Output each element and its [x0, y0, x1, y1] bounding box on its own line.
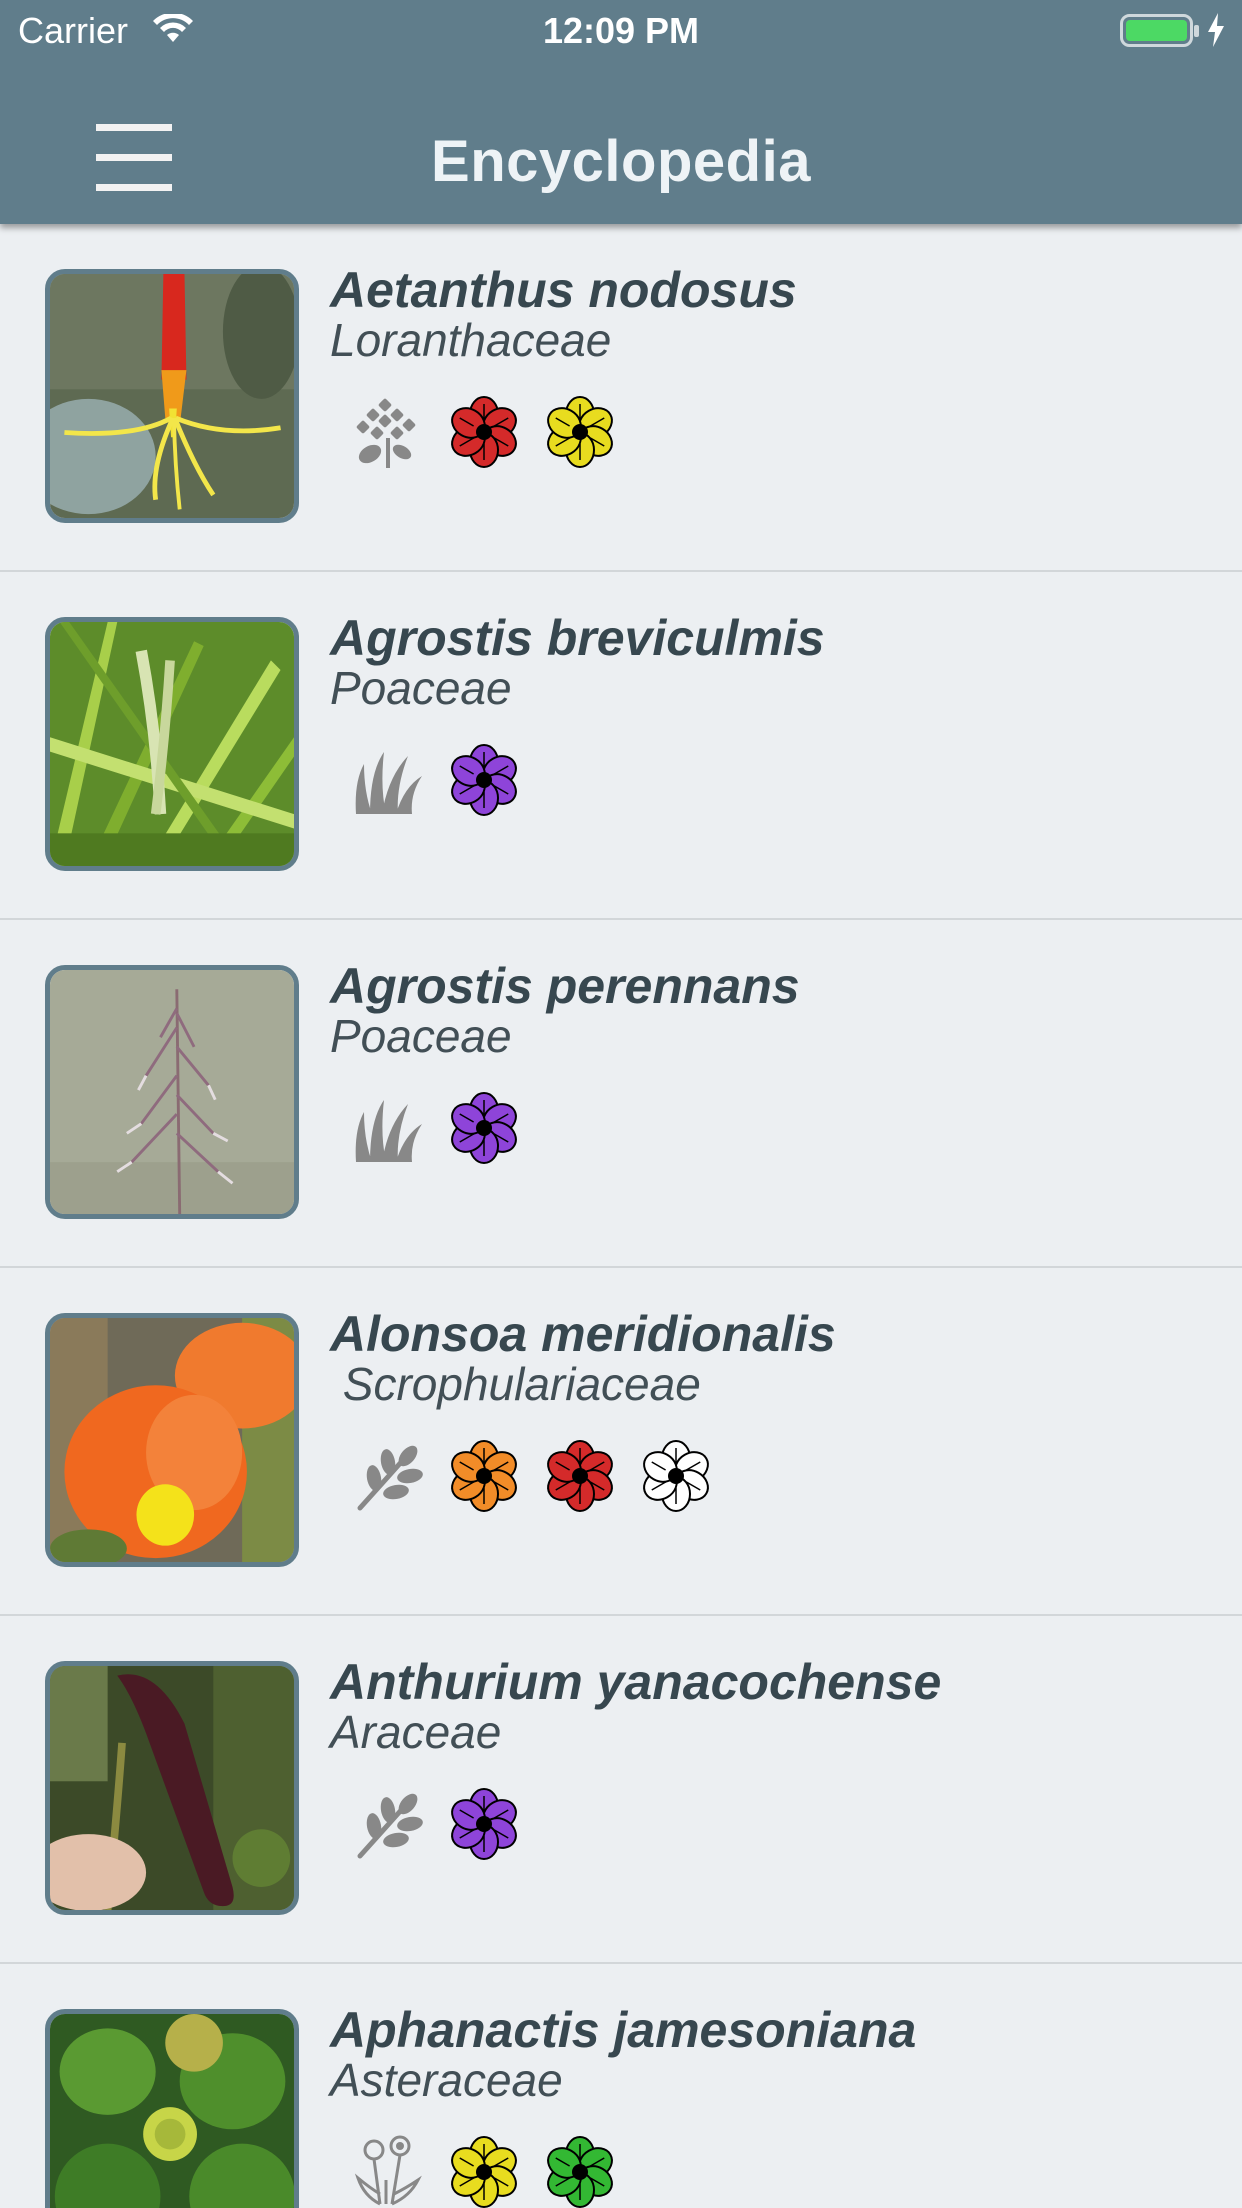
plant-photo — [45, 965, 299, 1219]
trait-icons — [350, 1090, 542, 1166]
flower-color-icon — [638, 1438, 714, 1514]
trait-icons — [350, 742, 542, 818]
species-name: Aetanthus nodosus — [330, 262, 797, 318]
trait-icons — [350, 394, 638, 470]
list-item[interactable]: Alonsoa meridionalis Scrophulariaceae — [0, 1268, 1242, 1616]
navigation-header: Carrier 12:09 PM Encyclopedia — [0, 0, 1242, 224]
plant-photo — [45, 1313, 299, 1567]
list-item[interactable]: Anthurium yanacochense Araceae — [0, 1616, 1242, 1964]
flower-color-icon — [446, 2134, 522, 2208]
flower-color-icon — [446, 742, 522, 818]
list-item[interactable]: Aphanactis jamesoniana Asteraceae — [0, 1964, 1242, 2208]
battery-icon — [1120, 14, 1200, 53]
leafy-branch-icon — [350, 1438, 426, 1514]
list-item[interactable]: Agrostis breviculmis Poaceae — [0, 572, 1242, 920]
flower-color-icon — [542, 394, 618, 470]
species-name: Agrostis breviculmis — [330, 610, 825, 666]
flower-color-icon — [542, 1438, 618, 1514]
family-name: Scrophulariaceae — [330, 1358, 701, 1410]
species-name: Alonsoa meridionalis — [330, 1306, 836, 1362]
species-name: Agrostis perennans — [330, 958, 800, 1014]
flower-color-icon — [542, 2134, 618, 2208]
list-item[interactable]: Aetanthus nodosus Loranthaceae — [0, 224, 1242, 572]
species-name: Aphanactis jamesoniana — [330, 2002, 917, 2058]
grass-icon — [350, 742, 426, 818]
flower-color-icon — [446, 1090, 522, 1166]
flower-color-icon — [446, 394, 522, 470]
family-name: Poaceae — [330, 1010, 512, 1062]
page-title: Encyclopedia — [431, 129, 811, 194]
flower-color-icon — [446, 1438, 522, 1514]
family-name: Poaceae — [330, 662, 512, 714]
status-bar: Carrier 12:09 PM — [0, 0, 1242, 62]
trait-icons — [350, 1438, 734, 1514]
grass-icon — [350, 1090, 426, 1166]
trait-icons — [350, 1786, 542, 1862]
dandelion-icon — [350, 2134, 426, 2208]
hydrangea-cluster-icon — [350, 394, 426, 470]
trait-icons — [350, 2134, 638, 2208]
flower-color-icon — [446, 1786, 522, 1862]
family-name: Loranthaceae — [330, 314, 612, 366]
plant-list: Aetanthus nodosus Loranthaceae Agrostis … — [0, 224, 1242, 2208]
leafy-branch-icon — [350, 1786, 426, 1862]
list-item[interactable]: Agrostis perennans Poaceae — [0, 920, 1242, 1268]
plant-photo — [45, 617, 299, 871]
family-name: Araceae — [330, 1706, 502, 1758]
species-name: Anthurium yanacochense — [330, 1654, 942, 1710]
status-time: 12:09 PM — [542, 10, 700, 51]
plant-photo — [45, 269, 299, 523]
charging-bolt-icon — [1205, 12, 1227, 53]
plant-photo — [45, 2009, 299, 2208]
plant-photo — [45, 1661, 299, 1915]
family-name: Asteraceae — [330, 2054, 563, 2106]
